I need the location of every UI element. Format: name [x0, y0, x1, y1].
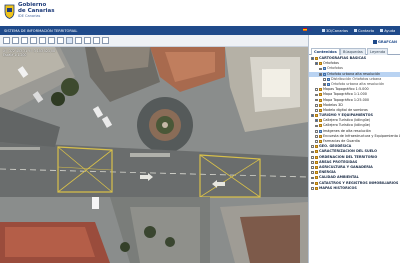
tab-contenidos[interactable]: Contenidos [311, 48, 340, 55]
checkbox[interactable] [311, 155, 314, 159]
folder-icon [319, 98, 322, 102]
folder-icon [319, 88, 322, 92]
checkbox[interactable] [315, 140, 318, 143]
print-icon[interactable] [93, 37, 100, 44]
folder-icon [327, 77, 330, 81]
full-extent-icon[interactable] [39, 37, 46, 44]
checkbox[interactable] [315, 98, 318, 102]
link-3d[interactable]: 3D/Canarias [322, 29, 348, 33]
grafcan-logo: GRAFCAN [373, 40, 397, 44]
layer-tree: CARTOGRAFÍAS BÁSICAS Ortofotos Ortofotos Or… [309, 56, 400, 191]
logo-subtitle: IDE Canarias [18, 14, 41, 18]
system-title: SISTEMA DE INFORMACIÓN TERRITORIAL [4, 28, 78, 33]
measure-area-icon[interactable] [84, 37, 91, 44]
zoom-in-icon[interactable] [12, 37, 19, 44]
app-window: Gobierno de Canarias IDE Canarias SISTEM… [0, 0, 400, 263]
checkbox[interactable] [311, 150, 314, 154]
checkbox-checked[interactable] [319, 72, 322, 76]
checkbox[interactable] [315, 129, 318, 133]
folder-icon [323, 67, 326, 71]
folder-icon [319, 62, 322, 66]
checkbox[interactable] [315, 93, 318, 97]
contents-panel: GRAFCAN Contenidos Búsquedas Leyenda CAR… [308, 35, 400, 263]
link-ayuda[interactable]: Ayuda [380, 29, 395, 33]
checkbox[interactable] [315, 135, 318, 138]
folder-icon [315, 155, 318, 159]
checkbox[interactable] [311, 181, 314, 185]
header: Gobierno de Canarias IDE Canarias [0, 0, 400, 26]
aerial-orthophoto[interactable] [0, 47, 308, 263]
checkbox-checked[interactable] [315, 119, 318, 123]
folder-icon [315, 57, 318, 60]
folder-icon [315, 181, 318, 185]
checkbox[interactable] [311, 171, 314, 175]
checkbox[interactable] [311, 166, 314, 169]
globe-icon [322, 29, 325, 32]
link-contacto[interactable]: Contacto [354, 29, 374, 33]
folder-icon [315, 114, 318, 118]
folder-icon [319, 129, 322, 133]
zoom-box-icon[interactable] [30, 37, 37, 44]
checkbox-checked[interactable] [323, 83, 326, 86]
zoom-out-icon[interactable] [21, 37, 28, 44]
checkbox-checked[interactable] [315, 62, 318, 66]
folder-icon [315, 171, 318, 175]
folder-icon [315, 165, 318, 169]
folder-icon [319, 140, 322, 143]
map-view[interactable]: X= 372 453,31 Y= 3 153 521,08 Escala 1:1… [0, 47, 308, 263]
coordinate-readout: X= 372 453,31 Y= 3 153 521,08 Escala 1:1… [3, 49, 55, 57]
folder-icon [315, 160, 318, 164]
layer-label: MAPAS HISTÓRICOS [319, 185, 357, 190]
map-toolbar [0, 35, 308, 47]
english-flag-icon[interactable] [308, 28, 312, 31]
folder-icon [319, 134, 322, 138]
grafcan-icon [373, 40, 377, 44]
checkbox-checked[interactable] [311, 57, 314, 60]
pan-icon[interactable] [3, 37, 10, 44]
folder-icon [315, 176, 318, 180]
checkbox[interactable] [315, 88, 318, 92]
folder-icon [319, 119, 322, 123]
logo[interactable]: Gobierno de Canarias IDE Canarias [4, 2, 55, 20]
help-icon [380, 29, 384, 32]
next-view-icon[interactable] [57, 37, 64, 44]
folder-icon [319, 108, 322, 112]
info-icon[interactable] [66, 37, 73, 44]
folder-icon [315, 145, 318, 149]
link-icon[interactable] [102, 37, 109, 44]
folder-icon [323, 72, 326, 76]
measure-distance-icon[interactable] [75, 37, 82, 44]
map-scale: Escala 1:1.200 [3, 53, 27, 57]
crest-icon [4, 4, 15, 19]
folder-icon [327, 82, 330, 86]
previous-view-icon[interactable] [48, 37, 55, 44]
checkbox[interactable] [315, 124, 318, 128]
folder-icon [315, 186, 318, 190]
folder-icon [319, 124, 322, 128]
mail-icon [354, 29, 358, 32]
tab-leyenda[interactable]: Leyenda [367, 48, 389, 55]
checkbox-checked[interactable] [311, 114, 314, 118]
checkbox[interactable] [323, 77, 326, 81]
tab-busquedas[interactable]: Búsquedas [340, 48, 366, 55]
language-flags [303, 28, 312, 31]
checkbox[interactable] [311, 186, 314, 190]
checkbox[interactable] [319, 67, 322, 71]
top-bar: SISTEMA DE INFORMACIÓN TERRITORIAL 3D/Ca… [0, 26, 400, 35]
folder-icon [319, 93, 322, 97]
checkbox[interactable] [311, 160, 314, 164]
header-links: 3D/Canarias Contacto Ayuda [322, 29, 395, 33]
folder-icon [315, 150, 318, 154]
checkbox[interactable] [315, 109, 318, 112]
checkbox[interactable] [311, 176, 314, 180]
checkbox[interactable] [315, 103, 318, 107]
folder-icon [319, 103, 322, 107]
panel-tabs: Contenidos Búsquedas Leyenda [309, 48, 400, 55]
checkbox[interactable] [311, 145, 314, 149]
spanish-flag-icon[interactable] [303, 28, 307, 31]
layer-row[interactable]: MAPAS HISTÓRICOS [309, 186, 400, 191]
